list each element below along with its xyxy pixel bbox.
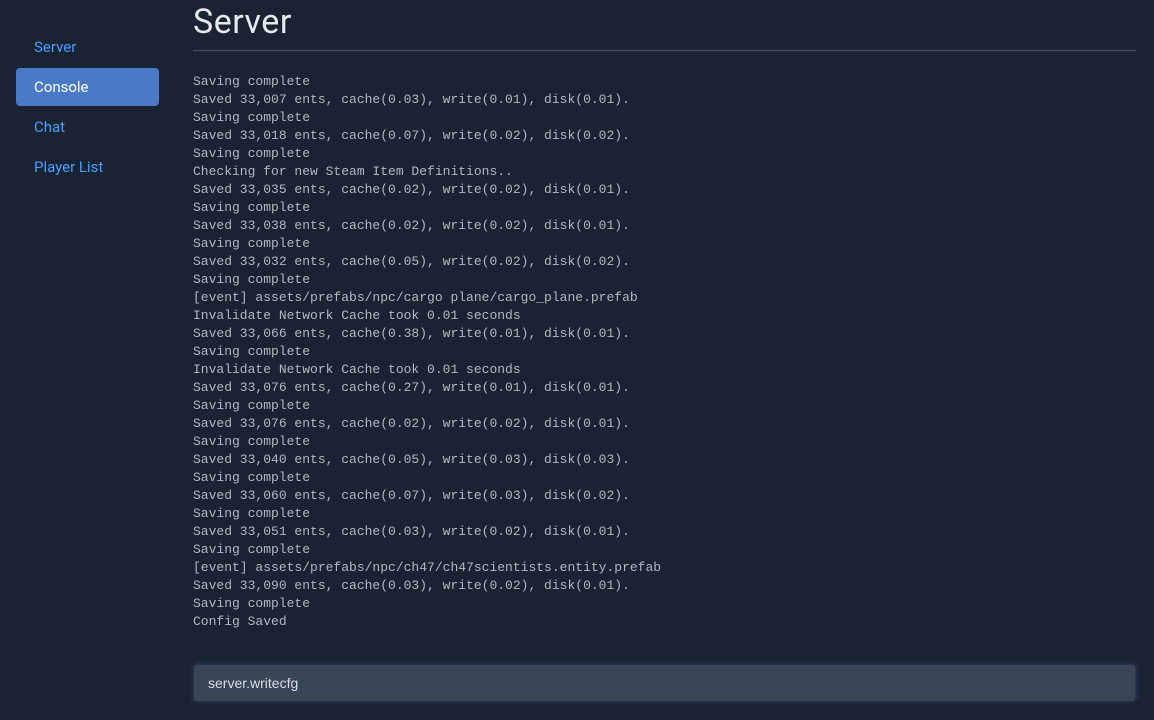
- sidebar-nav: Server Console Chat Player List: [0, 0, 175, 720]
- sidebar-item-console[interactable]: Console: [16, 68, 159, 106]
- page-header: Server: [193, 0, 1136, 50]
- console-output: Saving complete Saved 33,007 ents, cache…: [193, 73, 1132, 631]
- console-panel: Saving complete Saved 33,007 ents, cache…: [193, 73, 1136, 702]
- command-input[interactable]: [193, 664, 1136, 702]
- header-divider: [193, 50, 1136, 51]
- sidebar-item-server[interactable]: Server: [16, 28, 159, 66]
- sidebar-item-player-list[interactable]: Player List: [16, 148, 159, 186]
- main-panel: Server Saving complete Saved 33,007 ents…: [175, 0, 1154, 720]
- sidebar-item-chat[interactable]: Chat: [16, 108, 159, 146]
- console-scroll-area[interactable]: Saving complete Saved 33,007 ents, cache…: [193, 73, 1136, 648]
- page-title: Server: [193, 2, 1136, 42]
